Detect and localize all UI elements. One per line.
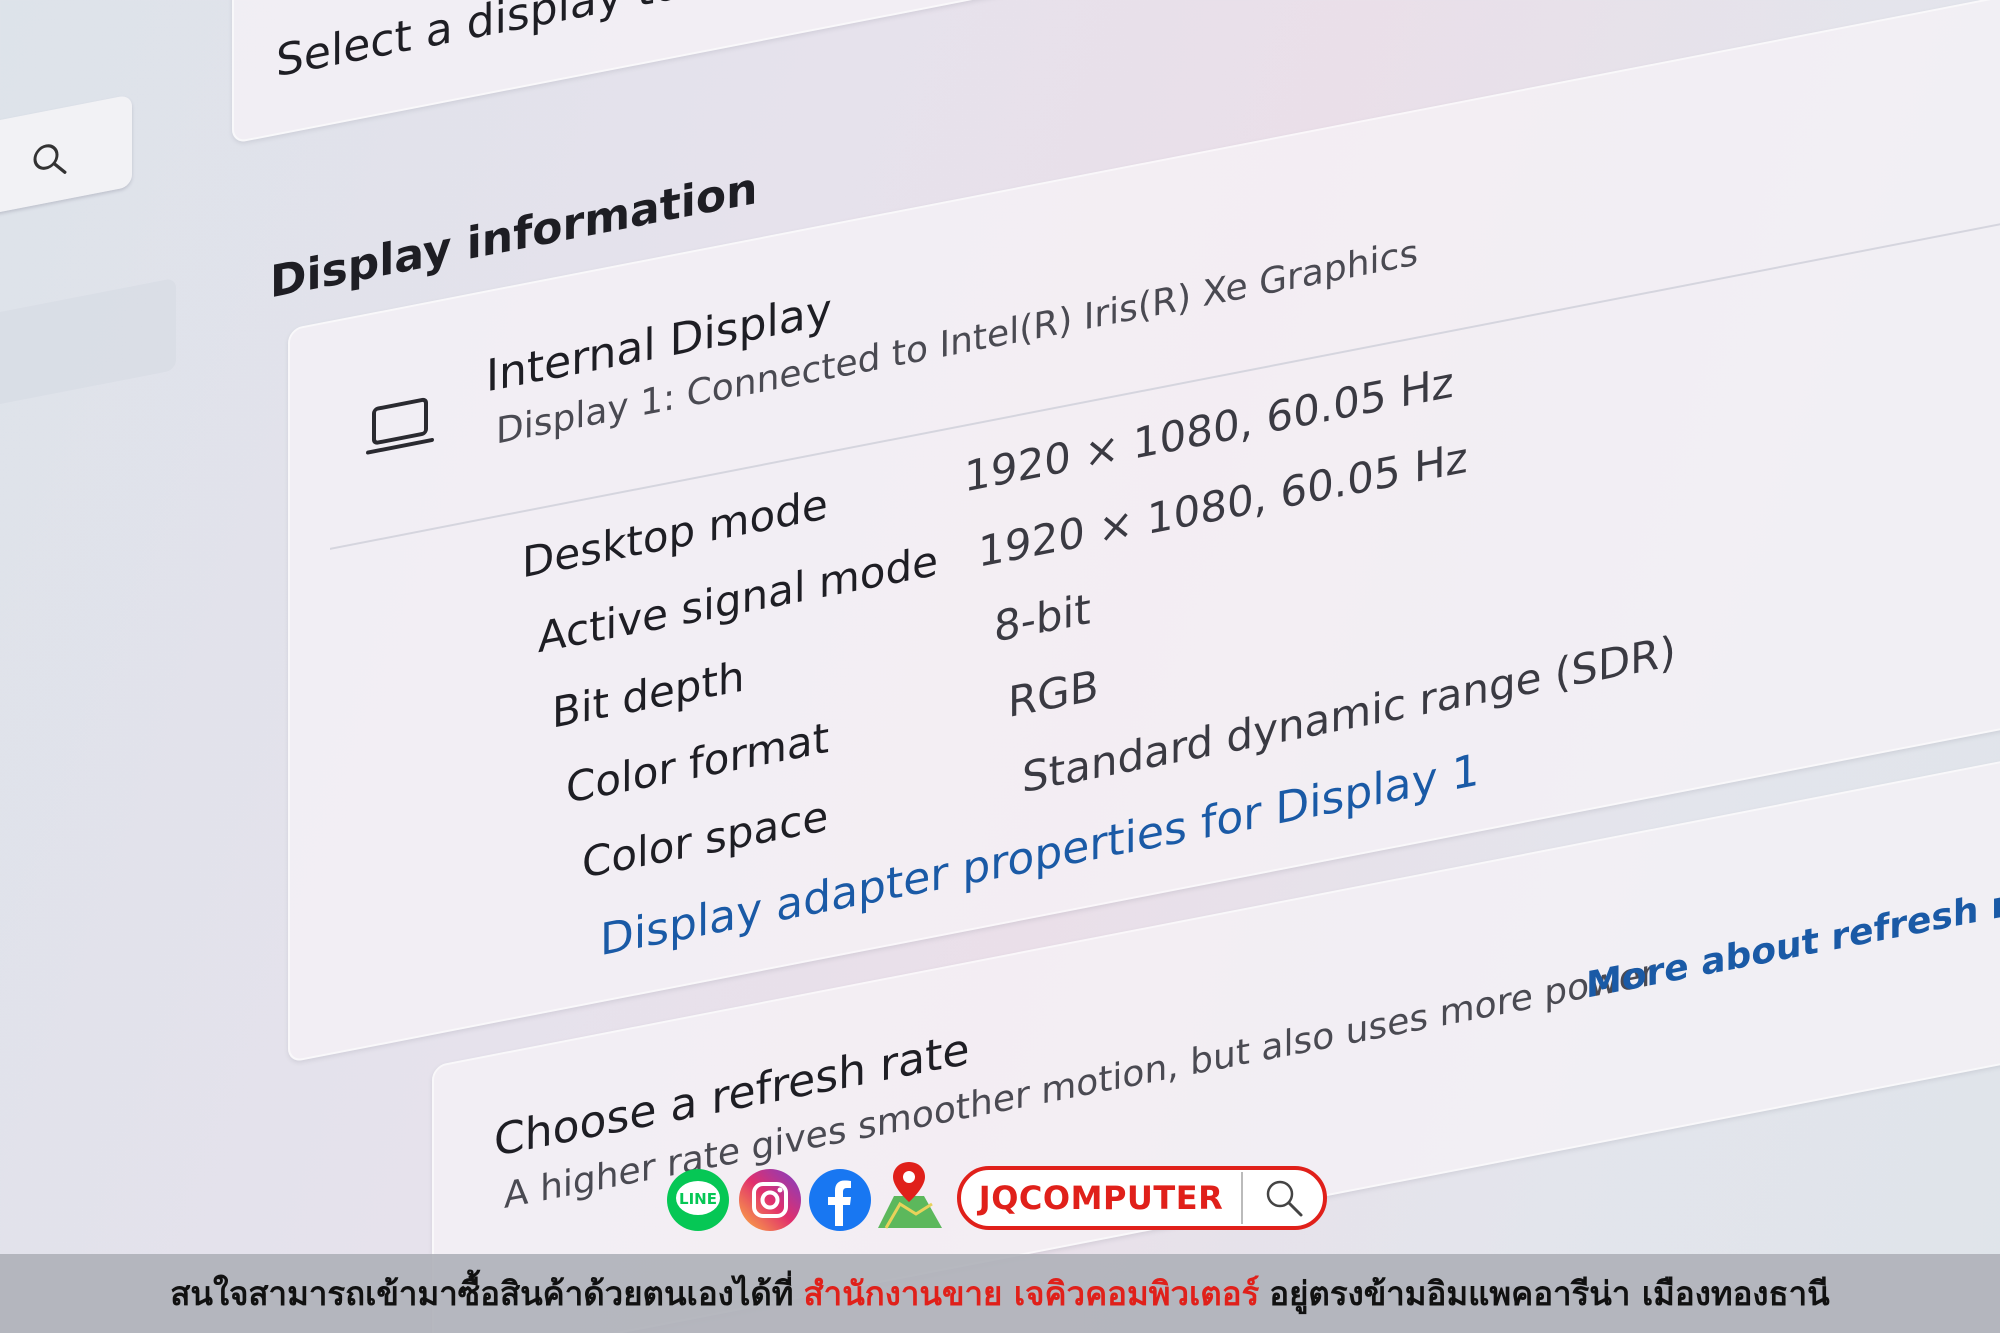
banner-suffix: อยู่ตรงข้ามอิมแพคอารีน่า เมืองทองธานี: [1269, 1274, 1830, 1313]
brand-search-pill[interactable]: JQCOMPUTER: [957, 1166, 1327, 1230]
search-input[interactable]: [0, 94, 132, 216]
search-icon: [1266, 1180, 1303, 1217]
settings-window: Select a display to view or change Displ…: [0, 0, 2000, 1333]
brand-name: JQCOMPUTER: [978, 1179, 1224, 1217]
instagram-icon[interactable]: [738, 1168, 802, 1232]
pill-divider: [1241, 1172, 1243, 1224]
store-banner: สนใจสามารถเข้ามาซื้อสินค้าด้วยตนเองได้ที…: [0, 1254, 2000, 1333]
banner-highlight: สำนักงานขาย เจคิวคอมพิวเตอร์: [803, 1274, 1260, 1313]
facebook-icon[interactable]: [808, 1168, 872, 1232]
map-pin-icon[interactable]: [872, 1158, 946, 1232]
sidebar-item-selected[interactable]: [0, 277, 176, 408]
search-icon: [33, 144, 67, 174]
svg-text:LINE: LINE: [679, 1190, 717, 1208]
line-icon[interactable]: LINE: [666, 1168, 730, 1232]
banner-prefix: สนใจสามารถเข้ามาซื้อสินค้าด้วยตนเองได้ที…: [170, 1274, 794, 1313]
